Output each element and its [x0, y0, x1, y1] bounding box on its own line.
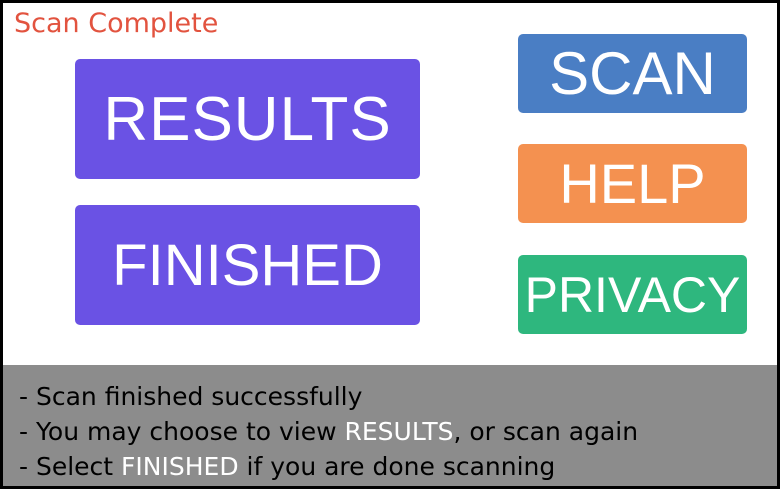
scan-complete-screen: Scan Complete RESULTS FINISHED SCAN HELP…	[0, 0, 780, 489]
info-line-2-prefix: - You may choose to view	[19, 417, 345, 446]
info-line-select-finished: - Select FINISHED if you are done scanni…	[19, 449, 777, 484]
info-results-highlight: RESULTS	[344, 417, 454, 446]
scan-button[interactable]: SCAN	[518, 34, 747, 113]
info-line-2-suffix: , or scan again	[453, 417, 639, 446]
results-button[interactable]: RESULTS	[75, 59, 420, 179]
info-line-view-results: - You may choose to view RESULTS, or sca…	[19, 414, 777, 449]
help-button[interactable]: HELP	[518, 144, 747, 223]
privacy-button[interactable]: PRIVACY	[518, 255, 747, 334]
info-line-scan-finished: - Scan finished successfully	[19, 379, 777, 414]
finished-button[interactable]: FINISHED	[75, 205, 420, 325]
info-panel: - Scan finished successfully - You may c…	[3, 365, 777, 486]
info-finished-highlight: FINISHED	[121, 452, 239, 481]
status-title: Scan Complete	[14, 8, 219, 39]
info-line-3-prefix: - Select	[19, 452, 122, 481]
info-line-1-text: - Scan finished successfully	[19, 382, 363, 411]
info-line-3-suffix: if you are done scanning	[238, 452, 556, 481]
